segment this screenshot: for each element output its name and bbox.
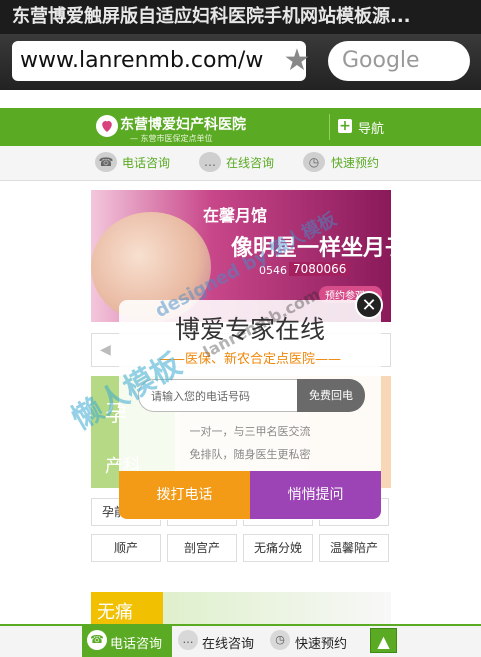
- speaker-icon: ◀: [100, 342, 111, 358]
- banner-phone: 7080066: [289, 262, 351, 276]
- chat-icon: …: [178, 630, 198, 650]
- site-header: 东营博爱妇产科医院 — 东营市医保定点单位 + 导航: [0, 108, 481, 146]
- header-divider: [329, 114, 330, 140]
- up-arrow-icon[interactable]: ▲: [370, 628, 397, 653]
- search-field[interactable]: Google: [328, 41, 470, 81]
- promo-title: 无痛: [97, 602, 133, 623]
- hospital-logo-icon: [96, 115, 118, 137]
- chat-icon: …: [199, 152, 221, 172]
- call-button[interactable]: 拨打电话: [119, 471, 250, 519]
- top-nav-booking[interactable]: 快速预约: [331, 154, 379, 171]
- phone-icon: ☎: [95, 152, 117, 172]
- top-nav: ☎ 电话咨询 … 在线咨询 ◷ 快速预约: [0, 146, 481, 181]
- bottom-nav-phone[interactable]: 电话咨询: [110, 633, 162, 652]
- ask-button[interactable]: 悄悄提问: [250, 471, 381, 519]
- clock-icon: ◷: [303, 152, 325, 172]
- top-nav-phone[interactable]: 电话咨询: [122, 154, 170, 171]
- chip-accompanied-delivery[interactable]: 温馨陪产: [319, 534, 389, 562]
- popup-line-1: 一对一，与三甲名医交流: [189, 425, 311, 438]
- top-nav-online[interactable]: 在线咨询: [226, 154, 274, 171]
- close-icon[interactable]: ✕: [355, 291, 383, 319]
- nav-menu-button[interactable]: 导航: [358, 118, 384, 137]
- browser-title: 东营博爱触屏版自适应妇科医院手机网站模板源...: [0, 0, 481, 34]
- chip-cesarean[interactable]: 剖宫产: [167, 534, 237, 562]
- bottom-nav: ☎ 电话咨询 … 在线咨询 ◷ 快速预约 ▲: [0, 624, 481, 657]
- hospital-name: 东营博爱妇产科医院: [120, 117, 246, 133]
- url-star-area: ★: [12, 41, 311, 81]
- phone-icon: ☎: [87, 630, 107, 650]
- chip-natural-birth[interactable]: 顺产: [91, 534, 161, 562]
- popup-line-2: 免排队，随身医生更私密: [189, 448, 311, 461]
- browser-toolbar: www.lanrenmb.com/w ★ Google: [0, 34, 481, 90]
- bottom-nav-booking[interactable]: 快速预约: [295, 633, 347, 652]
- chip-painless-delivery[interactable]: 无痛分娩: [243, 534, 313, 562]
- banner-brand: 在馨月馆: [203, 206, 268, 225]
- plus-icon[interactable]: +: [338, 119, 352, 133]
- bookmark-star-icon[interactable]: ★: [280, 44, 314, 78]
- clock-icon: ◷: [270, 630, 290, 650]
- hospital-subtitle: — 东营市医保定点单位: [130, 134, 213, 143]
- bottom-nav-online[interactable]: 在线咨询: [202, 633, 254, 652]
- free-callback-button[interactable]: 免费回电: [297, 379, 365, 412]
